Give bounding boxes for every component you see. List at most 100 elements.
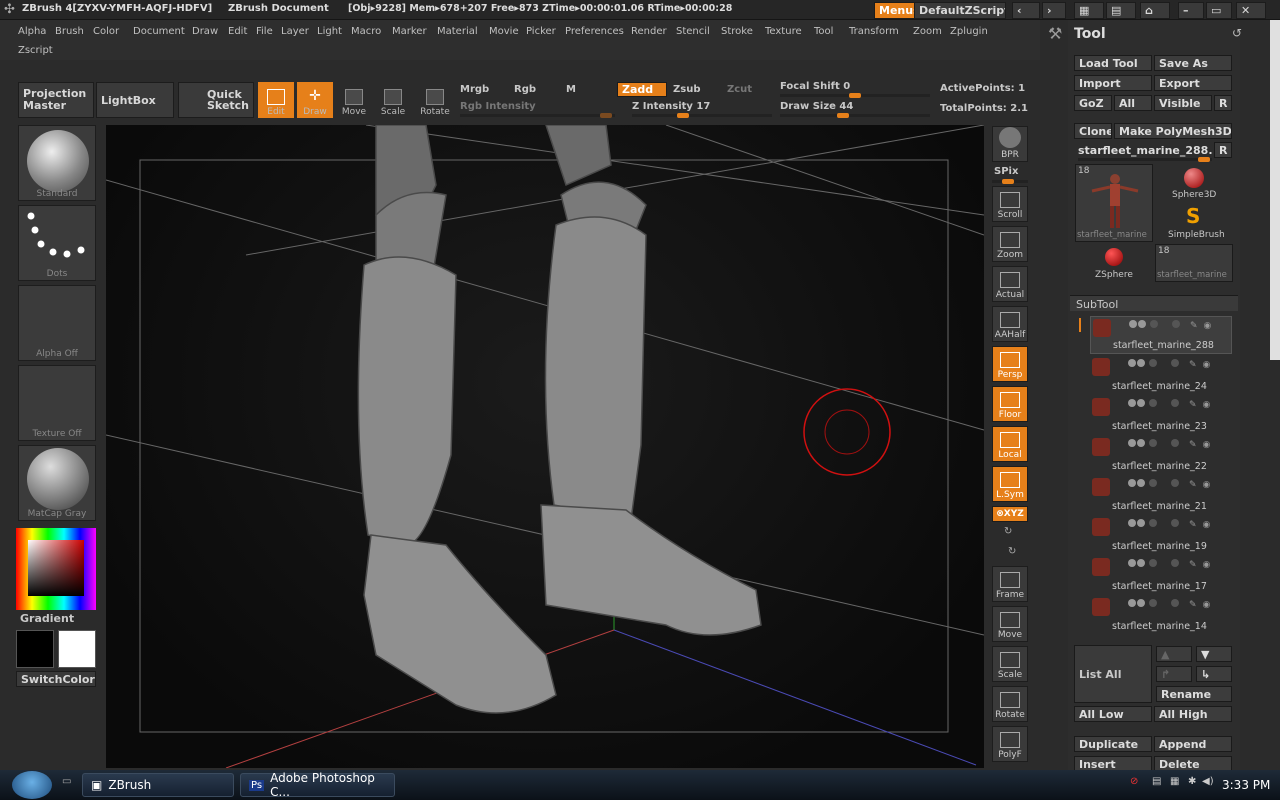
viewport-canvas[interactable] — [106, 125, 984, 768]
menu-file[interactable]: File — [256, 26, 273, 37]
zadd-button[interactable]: Zadd — [617, 82, 667, 97]
floor-button[interactable]: Floor — [992, 386, 1028, 422]
visible-button[interactable]: Visible — [1154, 95, 1212, 111]
append-button[interactable]: Append — [1154, 736, 1232, 752]
zsub-button[interactable]: Zsub — [673, 84, 700, 95]
minimize-icon[interactable]: – — [1178, 2, 1204, 19]
make-polymesh-button[interactable]: Make PolyMesh3D — [1114, 123, 1232, 139]
zoom-button[interactable]: Zoom — [992, 226, 1028, 262]
m-button[interactable]: M — [566, 84, 576, 95]
projection-master-button[interactable]: Projection Master — [18, 82, 94, 118]
menu-color[interactable]: Color — [93, 26, 119, 37]
layout2-icon[interactable]: ▤ — [1106, 2, 1136, 19]
subtool-header[interactable]: SubTool — [1070, 295, 1238, 311]
rgb-intensity-slider[interactable] — [460, 113, 615, 118]
move-up-button[interactable]: ▲ — [1156, 646, 1192, 662]
rgb-button[interactable]: Rgb — [514, 84, 536, 95]
mrgb-button[interactable]: Mrgb — [460, 84, 489, 95]
edit-button[interactable]: Edit — [258, 82, 294, 118]
menu-stroke[interactable]: Stroke — [721, 26, 753, 37]
all-high-button[interactable]: All High — [1154, 706, 1232, 722]
actual-button[interactable]: Actual — [992, 266, 1028, 302]
rotate-y-icon[interactable]: ↻ — [1004, 526, 1012, 537]
current-tool-slider[interactable]: starfleet_marine_288. — [1074, 142, 1212, 158]
rotate-view-button[interactable]: Rotate — [992, 686, 1028, 722]
polyf-button[interactable]: PolyF — [992, 726, 1028, 762]
menu-brush[interactable]: Brush — [55, 26, 84, 37]
bpr-button[interactable]: BPR — [992, 126, 1028, 162]
current-tool-slider-track[interactable] — [1078, 157, 1212, 162]
menu-document[interactable]: Document — [133, 26, 185, 37]
spix-slider[interactable] — [992, 179, 1028, 184]
tray-app-icon[interactable]: ⊘ — [1130, 776, 1138, 787]
main-color-swatch[interactable] — [16, 630, 54, 668]
menu-zoom[interactable]: Zoom — [913, 26, 942, 37]
refresh-icon[interactable]: ↺ — [1232, 26, 1242, 40]
aahalf-button[interactable]: AAHalf — [992, 306, 1028, 342]
switch-color-button[interactable]: SwitchColor — [16, 671, 96, 687]
menu-movie[interactable]: Movie — [489, 26, 519, 37]
lsym-button[interactable]: L.Sym — [992, 466, 1028, 502]
subtool-item[interactable]: ✎ ◉ starfleet_marine_24 — [1090, 356, 1232, 394]
import-button[interactable]: Import — [1074, 75, 1152, 91]
menu-zplugin[interactable]: Zplugin — [950, 26, 988, 37]
xyz-button[interactable]: ⊗XYZ — [992, 506, 1028, 522]
subtool-toggles[interactable]: ✎ ◉ — [1128, 479, 1228, 490]
r-button[interactable]: R — [1214, 95, 1232, 111]
duplicate-button[interactable]: Duplicate — [1074, 736, 1152, 752]
quick-sketch-button[interactable]: Quick Sketch — [178, 82, 254, 118]
texture-thumb[interactable]: Texture Off — [18, 365, 96, 441]
menu-transform[interactable]: Transform — [849, 26, 899, 37]
rename-button[interactable]: Rename — [1156, 686, 1232, 702]
tray-bluetooth-icon[interactable]: ✱ — [1188, 776, 1196, 787]
list-all-button[interactable]: List All — [1074, 645, 1152, 703]
menu-picker[interactable]: Picker — [526, 26, 556, 37]
rotate-z-icon[interactable]: ↻ — [1008, 546, 1016, 557]
subtool-item[interactable]: ✎ ◉ starfleet_marine_21 — [1090, 476, 1232, 514]
menu-marker[interactable]: Marker — [392, 26, 427, 37]
all-button[interactable]: All — [1114, 95, 1152, 111]
draw-button[interactable]: ✛ Draw — [297, 82, 333, 118]
z-intensity-slider[interactable] — [632, 113, 772, 118]
scroll-left-icon[interactable]: ‹ — [1012, 2, 1040, 19]
taskbar-photoshop[interactable]: Ps Adobe Photoshop C... — [240, 771, 395, 799]
zsphere-thumb[interactable]: ZSphere — [1077, 244, 1151, 282]
show-desktop-icon[interactable]: ▭ — [62, 776, 71, 787]
tray-display-icon[interactable]: ▦ — [1170, 776, 1179, 787]
menu-texture[interactable]: Texture — [765, 26, 802, 37]
menu-layer[interactable]: Layer — [281, 26, 309, 37]
layout-icon[interactable]: ▦ — [1074, 2, 1104, 19]
color-square[interactable] — [28, 540, 84, 596]
secondary-color-swatch[interactable] — [58, 630, 96, 668]
subtool-toggles[interactable]: ✎ ◉ — [1128, 399, 1228, 410]
menu-alpha[interactable]: Alpha — [18, 26, 46, 37]
menu-zscript[interactable]: Zscript — [18, 45, 53, 56]
menu-tool[interactable]: Tool — [814, 26, 833, 37]
subtool-toggles[interactable]: ✎ ◉ — [1128, 359, 1228, 370]
subtool-toggles[interactable]: ✎ ◉ — [1129, 320, 1229, 331]
lightbox-button[interactable]: LightBox — [96, 82, 174, 118]
save-as-button[interactable]: Save As — [1154, 55, 1232, 71]
subtool-item[interactable]: ✎ ◉ starfleet_marine_23 — [1090, 396, 1232, 434]
tool-thumb-marine[interactable]: 18 starfleet_marine — [1075, 164, 1153, 242]
focal-shift-slider[interactable] — [780, 93, 930, 98]
r2-button[interactable]: R — [1214, 142, 1232, 158]
lock-icon[interactable]: ⌂ — [1140, 2, 1170, 19]
menu-light[interactable]: Light — [317, 26, 342, 37]
subtool-item[interactable]: ✎ ◉ starfleet_marine_22 — [1090, 436, 1232, 474]
menu-material[interactable]: Material — [437, 26, 478, 37]
subtool-item[interactable]: ✎ ◉ starfleet_marine_14 — [1090, 596, 1232, 634]
zcut-button[interactable]: Zcut — [727, 84, 752, 95]
clone-button[interactable]: Clone — [1074, 123, 1112, 139]
subtool-toggles[interactable]: ✎ ◉ — [1128, 599, 1228, 610]
move-prev-button[interactable]: ↱ — [1156, 666, 1192, 682]
menu-preferences[interactable]: Preferences — [565, 26, 624, 37]
default-zscript-button[interactable]: DefaultZScript — [914, 2, 1006, 19]
tray-volume-icon[interactable]: ◀) — [1202, 776, 1214, 787]
local-button[interactable]: Local — [992, 426, 1028, 462]
alpha-thumb[interactable]: Alpha Off — [18, 285, 96, 361]
subtool-toggles[interactable]: ✎ ◉ — [1128, 439, 1228, 450]
subtool-item[interactable]: ✎ ◉ starfleet_marine_19 — [1090, 516, 1232, 554]
scroll-button[interactable]: Scroll — [992, 186, 1028, 222]
close-icon[interactable]: ✕ — [1236, 2, 1266, 19]
